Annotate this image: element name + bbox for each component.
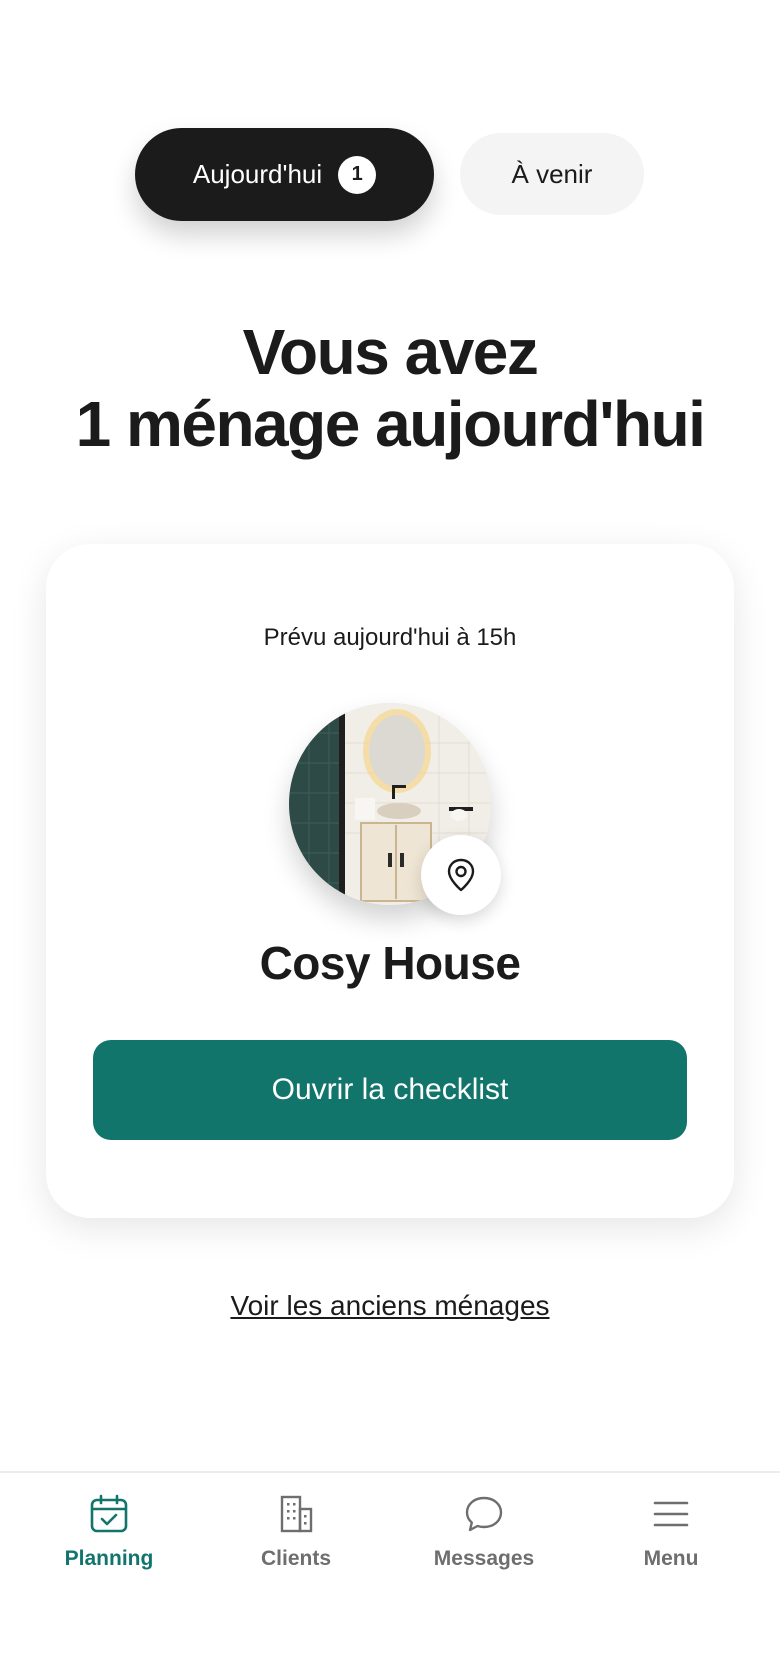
- nav-item-planning[interactable]: Planning: [14, 1493, 204, 1593]
- nav-label-menu: Menu: [643, 1547, 699, 1570]
- map-pin-icon: [447, 858, 475, 892]
- chat-bubble-icon: [465, 1496, 503, 1532]
- nav-item-messages[interactable]: Messages: [389, 1493, 579, 1593]
- page-title-line-2: 1 ménage aujourd'hui: [75, 388, 706, 460]
- nav-item-clients[interactable]: Clients: [201, 1493, 391, 1593]
- property-name: Cosy House: [259, 937, 521, 989]
- open-checklist-button[interactable]: Ouvrir la checklist: [93, 1040, 687, 1140]
- schedule-text: Prévu aujourd'hui à 15h: [263, 624, 517, 651]
- building-icon: [280, 1495, 313, 1533]
- hamburger-menu-icon: [653, 1501, 689, 1527]
- tab-upcoming[interactable]: À venir: [460, 133, 644, 215]
- nav-label-messages: Messages: [433, 1547, 535, 1570]
- page-title-line-1: Vous avez: [242, 316, 539, 388]
- tab-today[interactable]: Aujourd'hui 1: [135, 128, 434, 221]
- past-cleanings-link[interactable]: Voir les anciens ménages: [0, 1290, 780, 1322]
- tab-today-count-badge: 1: [338, 155, 377, 194]
- calendar-check-icon: [90, 1494, 128, 1533]
- tab-today-label: Aujourd'hui: [192, 159, 323, 189]
- bottom-navigation: Planning Clients Messages Menu: [0, 1471, 780, 1653]
- app-screen: Aujourd'hui 1 À venir Vous avez 1 ménage…: [0, 0, 780, 1653]
- tab-upcoming-label: À venir: [511, 158, 593, 189]
- nav-label-clients: Clients: [260, 1547, 331, 1570]
- nav-item-menu[interactable]: Menu: [576, 1493, 766, 1593]
- nav-label-planning: Planning: [64, 1547, 154, 1570]
- cleaning-card: Prévu aujourd'hui à 15h Cosy House Ouvri…: [46, 544, 734, 1218]
- open-checklist-label: Ouvrir la checklist: [271, 1073, 509, 1106]
- location-button[interactable]: [421, 835, 501, 915]
